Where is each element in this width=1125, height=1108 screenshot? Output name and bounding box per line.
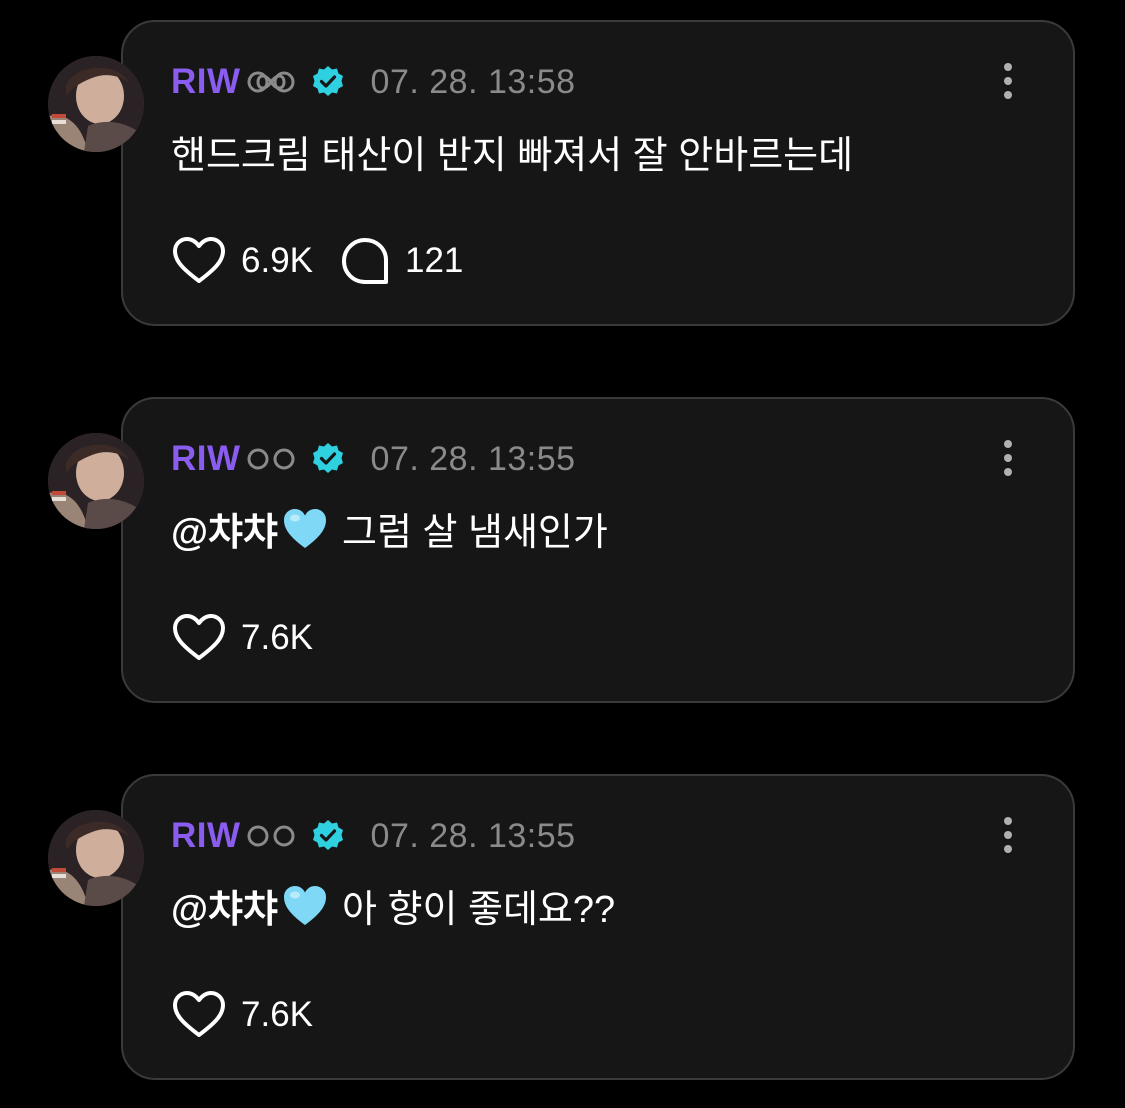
like-count: 7.6K	[241, 995, 313, 1034]
avatar[interactable]	[48, 56, 144, 152]
post-card-2[interactable]: RIW 07. 28. 13:55 @챠챠 그럼 살 냄새인가 7.6K	[0, 397, 1125, 703]
timestamp: 07. 28. 13:58	[370, 62, 576, 101]
username[interactable]: RIW	[171, 816, 241, 856]
infinity-icon	[247, 825, 295, 847]
post-text-row: 핸드크림 태산이 반지 빠져서 잘 안바르는데	[171, 124, 853, 179]
post-header: RIW 07. 28. 13:55	[171, 437, 576, 481]
post-text-row: @챠챠 그럼 살 냄새인가	[171, 501, 608, 556]
username[interactable]: RIW	[171, 62, 241, 102]
mention-link[interactable]: @챠챠	[171, 878, 278, 933]
post-text: 아 향이 좋데요??	[341, 889, 616, 931]
infinity-icon	[247, 448, 295, 470]
post-actions: 6.9K 121	[171, 236, 463, 286]
timestamp: 07. 28. 13:55	[370, 439, 576, 478]
verified-badge-icon	[312, 820, 343, 850]
post-card-3[interactable]: RIW 07. 28. 13:55 @챠챠 아 향이 좋데요?? 7.6K	[0, 774, 1125, 1080]
more-options-icon[interactable]	[1001, 439, 1015, 477]
like-count: 6.9K	[241, 241, 313, 280]
post-card-1[interactable]: RIW 07. 28. 13:58 핸드크림 태산이 반지 빠져서 잘 안바르는…	[0, 20, 1125, 326]
light-blue-heart-emoji	[283, 885, 326, 925]
avatar[interactable]	[48, 810, 144, 906]
like-count: 7.6K	[241, 618, 313, 657]
post-bubble[interactable]: RIW 07. 28. 13:55 @챠챠 그럼 살 냄새인가 7.6K	[121, 397, 1075, 703]
more-options-icon[interactable]	[1001, 62, 1015, 100]
username[interactable]: RIW	[171, 439, 241, 479]
infinity-icon	[247, 71, 295, 93]
verified-badge-icon	[312, 66, 343, 96]
post-text: 핸드크림 태산이 반지 빠져서 잘 안바르는데	[171, 135, 854, 177]
like-heart-icon[interactable]	[171, 236, 227, 286]
verified-badge-icon	[312, 443, 343, 473]
post-actions: 7.6K	[171, 990, 313, 1040]
comment-count: 121	[405, 241, 464, 280]
like-heart-icon[interactable]	[171, 990, 227, 1040]
like-heart-icon[interactable]	[171, 613, 227, 663]
timestamp: 07. 28. 13:55	[370, 816, 576, 855]
comment-bubble-icon[interactable]	[339, 235, 391, 287]
post-bubble[interactable]: RIW 07. 28. 13:58 핸드크림 태산이 반지 빠져서 잘 안바르는…	[121, 20, 1075, 326]
light-blue-heart-emoji	[283, 508, 326, 548]
post-actions: 7.6K	[171, 613, 313, 663]
post-header: RIW 07. 28. 13:55	[171, 814, 576, 858]
post-bubble[interactable]: RIW 07. 28. 13:55 @챠챠 아 향이 좋데요?? 7.6K	[121, 774, 1075, 1080]
post-text: 그럼 살 냄새인가	[341, 512, 608, 554]
avatar[interactable]	[48, 433, 144, 529]
more-options-icon[interactable]	[1001, 816, 1015, 854]
post-text-row: @챠챠 아 향이 좋데요??	[171, 878, 615, 933]
mention-link[interactable]: @챠챠	[171, 501, 278, 556]
post-header: RIW 07. 28. 13:58	[171, 60, 576, 104]
